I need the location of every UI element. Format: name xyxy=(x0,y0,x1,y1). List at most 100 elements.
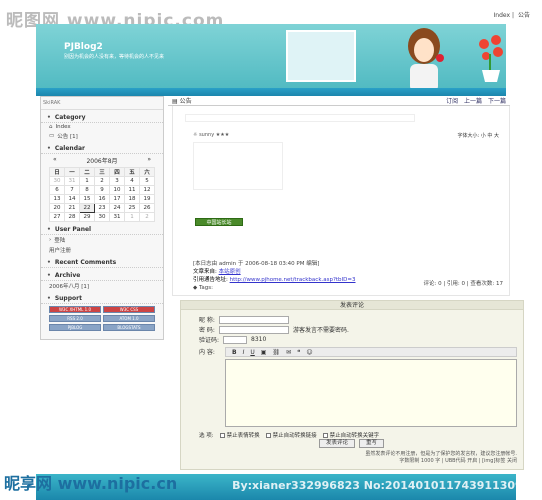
comment-form: 发表评论 昵 称: 密 码: 游客发言不需要密码. 验证码: 8310 内 容:… xyxy=(180,300,524,470)
login-link[interactable]: › 登陆 xyxy=(41,235,163,245)
blog-title[interactable]: PJBlog2 xyxy=(64,42,103,52)
watermark-id: By:xianer332996823 No:201401011743911309… xyxy=(232,479,538,492)
checkbox[interactable] xyxy=(322,433,328,438)
register-label: 用户注册 xyxy=(49,248,72,254)
option-disable-keywords[interactable]: 禁止自动转换关键字 xyxy=(322,431,379,439)
blog-slogan: 别因为机会的人没有来，等待机会的人不见来 xyxy=(64,54,165,60)
option-label: 禁止表情转换 xyxy=(226,433,260,439)
login-label: 登陆 xyxy=(54,238,66,244)
link-icon[interactable]: ⛓ xyxy=(272,349,280,356)
chinaz-badge[interactable]: 中国站长站 xyxy=(195,218,243,226)
category-item-index[interactable]: ⌂ Index xyxy=(41,123,163,131)
calendar-day: 11 xyxy=(124,185,140,195)
calendar-day: 13 xyxy=(49,194,65,204)
calendar-day: 7 xyxy=(64,185,80,195)
arrow-icon: › xyxy=(49,237,52,243)
category-item-notice[interactable]: ▭ 公告 [1] xyxy=(41,131,163,141)
next-post-link[interactable]: 下一篇 xyxy=(488,98,506,105)
w3c-xhtml-badge[interactable]: W3C XHTML 1.0 xyxy=(49,306,101,313)
checkbox[interactable] xyxy=(265,433,271,438)
watermark-bottom: 昵享网 www.nipic.cn xyxy=(4,474,178,493)
editor-toolbar: B I U ▣ ⛓ ✉ ❝ ☺ xyxy=(225,347,517,357)
calendar-day-selected[interactable]: 22 xyxy=(79,203,95,213)
w3c-css-badge[interactable]: W3C CSS xyxy=(103,306,155,313)
calendar-day: 1 xyxy=(79,176,95,186)
weekday: 四 xyxy=(109,167,125,177)
post-meta: [本日志由 admin 于 2006-08-18 03:40 PM 编辑] 文章… xyxy=(193,260,356,292)
calendar-day: 30 xyxy=(49,176,65,186)
trackback-line: 引用通告地址: http://www.pjhome.net/trackback.… xyxy=(193,276,356,284)
comment-form-title: 发表评论 xyxy=(181,301,523,310)
captcha-input[interactable] xyxy=(223,335,248,344)
bold-button[interactable]: B xyxy=(232,349,237,356)
blogstats-badge[interactable]: BLOGSTATS xyxy=(103,324,155,331)
option-disable-emoticons[interactable]: 禁止表情转换 xyxy=(219,431,260,439)
source-link[interactable]: 本站原创 xyxy=(219,269,241,275)
options-row: 选 项: 禁止表情转换 禁止自动转换链接 禁止自动转换关键字 xyxy=(199,431,379,439)
calendar-day: 9 xyxy=(94,185,110,195)
password-input[interactable] xyxy=(218,325,289,334)
calendar-day: 8 xyxy=(79,185,95,195)
captcha-label: 验证码: xyxy=(199,337,220,344)
weekday: 二 xyxy=(79,167,95,177)
form-buttons: 发表评论 重写 xyxy=(319,439,385,448)
calendar-day: 18 xyxy=(124,194,140,204)
weekday: 三 xyxy=(94,167,110,177)
calendar-next-button[interactable]: » xyxy=(147,156,151,165)
register-link[interactable]: 用户注册 xyxy=(41,245,163,255)
category-item-label: Index xyxy=(55,124,71,130)
subscribe-link[interactable]: 订阅 xyxy=(446,98,458,105)
rss-badge[interactable]: RSS 2.0 xyxy=(49,315,101,322)
main-content: ▤ 公告 订阅 上一篇 下一篇 ☼ sunny ★★★ 字体大小: 小 中 大 … xyxy=(168,96,510,296)
source-line: 文章来自: 本站原创 xyxy=(193,268,356,276)
top-link-notice[interactable]: 公告 xyxy=(518,12,530,19)
name-input[interactable] xyxy=(218,315,289,324)
calendar-prev-button[interactable]: « xyxy=(53,156,57,165)
option-disable-links[interactable]: 禁止自动转换链接 xyxy=(265,431,317,439)
nav-strip xyxy=(36,88,506,96)
options-label: 选 项: xyxy=(199,433,214,439)
quote-icon[interactable]: ❝ xyxy=(297,349,300,356)
category-title: Category xyxy=(41,112,163,123)
smiley-icon[interactable]: ☺ xyxy=(306,349,312,356)
captcha-row: 验证码: 8310 xyxy=(199,335,266,344)
email-icon[interactable]: ✉ xyxy=(286,349,291,356)
archive-item[interactable]: 2006年八月 [1] xyxy=(41,281,163,291)
calendar-day: 31 xyxy=(64,176,80,186)
calendar-day: 29 xyxy=(79,212,95,222)
folder-icon: ▭ xyxy=(49,133,55,139)
post-breadcrumb: ▤ 公告 订阅 上一篇 下一篇 xyxy=(168,96,510,106)
top-link-index[interactable]: Index xyxy=(494,12,511,19)
calendar-day: 2 xyxy=(94,176,110,186)
comment-textarea[interactable] xyxy=(225,359,517,427)
category-item-label: 公告 [1] xyxy=(57,134,78,140)
name-row: 昵 称: xyxy=(199,315,289,324)
font-size-switcher[interactable]: 字体大小: 小 中 大 xyxy=(458,132,499,139)
user-panel-title: User Panel xyxy=(41,224,163,235)
submit-comment-button[interactable]: 发表评论 xyxy=(319,439,356,448)
prev-post-link[interactable]: 上一篇 xyxy=(464,98,482,105)
image-icon[interactable]: ▣ xyxy=(261,349,267,356)
calendar: « 2006年8月 » 日 一 二 三 四 五 六 30 31 1 2 3 4 … xyxy=(49,156,155,222)
calendar-day: 2 xyxy=(139,212,155,222)
atom-badge[interactable]: ATOM 1.0 xyxy=(103,315,155,322)
italic-button[interactable]: I xyxy=(243,349,245,356)
content-label: 内 容: xyxy=(199,349,215,356)
checkbox[interactable] xyxy=(219,433,225,438)
tags-line: ◆ Tags: xyxy=(193,284,356,292)
calendar-day: 28 xyxy=(64,212,80,222)
pjblog-badge[interactable]: PJBLOG xyxy=(49,324,101,331)
calendar-day: 17 xyxy=(109,194,125,204)
reset-button[interactable]: 重写 xyxy=(359,439,385,448)
post-stats: 评论: 0 | 引用: 0 | 查看次数: 17 xyxy=(423,281,503,287)
calendar-day: 30 xyxy=(94,212,110,222)
support-title: Support xyxy=(41,293,163,304)
post-author: ☼ sunny ★★★ xyxy=(193,132,229,138)
calendar-day: 31 xyxy=(109,212,125,222)
password-label: 密 码: xyxy=(199,327,215,334)
sidebar-header: SkiRAK xyxy=(41,97,163,110)
trackback-link[interactable]: http://www.pjhome.net/trackback.asp?tbID… xyxy=(230,277,356,283)
calendar-day: 16 xyxy=(94,194,110,204)
underline-button[interactable]: U xyxy=(250,349,254,356)
weekday: 一 xyxy=(64,167,80,177)
